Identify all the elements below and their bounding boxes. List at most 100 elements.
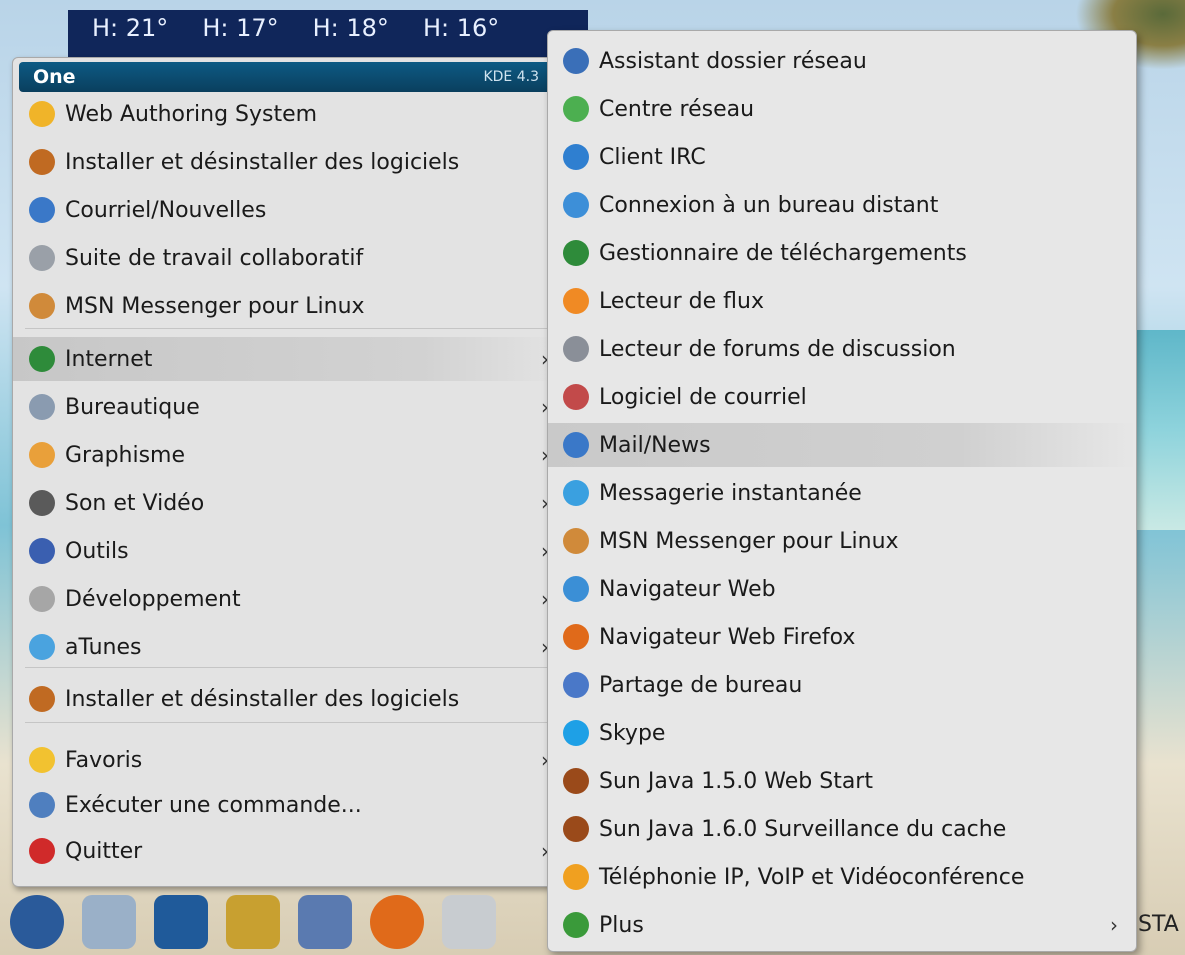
menu-item-label: MSN Messenger pour Linux (65, 293, 365, 319)
menu-item-developpement[interactable]: Développement › (13, 577, 559, 621)
menu-item-label: Bureautique (65, 394, 200, 420)
run-command-icon (29, 792, 55, 818)
menu-item-graphisme[interactable]: Graphisme › (13, 433, 559, 477)
submenu-item-label: Assistant dossier réseau (599, 48, 867, 74)
menu-item-outils[interactable]: Outils › (13, 529, 559, 573)
desktop-sharing-icon (563, 672, 589, 698)
submenu-item-client-irc[interactable]: Client IRC (548, 135, 1136, 179)
network-folder-icon (563, 48, 589, 74)
submenu-item-label: Navigateur Web Firefox (599, 624, 856, 650)
install-software-icon (29, 686, 55, 712)
submenu-item-centre-reseau[interactable]: Centre réseau (548, 87, 1136, 131)
firefox-icon (563, 624, 589, 650)
menu-item-son-et-video[interactable]: Son et Vidéo › (13, 481, 559, 525)
install-software-icon (29, 149, 55, 175)
kde-start-icon[interactable] (10, 894, 64, 949)
menu-item-installer-et-desinstaller-des-logiciels[interactable]: Installer et désinstaller des logiciels (13, 677, 559, 721)
menu-item-label: Son et Vidéo (65, 490, 205, 516)
skype-icon (563, 720, 589, 746)
mail-news-icon (563, 432, 589, 458)
usb-device-icon[interactable] (82, 894, 136, 949)
menu-item-installer-et-desinstaller-des-logiciels[interactable]: Installer et désinstaller des logiciels (13, 140, 559, 184)
submenu-item-connexion-a-un-bureau-distant[interactable]: Connexion à un bureau distant (548, 183, 1136, 227)
submenu-item-partage-de-bureau[interactable]: Partage de bureau (548, 663, 1136, 707)
menu-item-label: aTunes (65, 634, 142, 660)
feed-reader-icon (563, 288, 589, 314)
submenu-item-navigateur-web[interactable]: Navigateur Web (548, 567, 1136, 611)
submenu-item-label: Connexion à un bureau distant (599, 192, 939, 218)
menu-item-executer-une-commande[interactable]: Exécuter une commande... (13, 783, 559, 827)
submenu-item-label: Téléphonie IP, VoIP et Vidéoconférence (599, 864, 1025, 890)
internet-globe-icon (29, 346, 55, 372)
menu-item-msn-messenger-pour-linux[interactable]: MSN Messenger pour Linux (13, 284, 559, 328)
menu-item-label: Installer et désinstaller des logiciels (65, 149, 460, 175)
mail-client-icon (563, 384, 589, 410)
power-icon (29, 838, 55, 864)
web-authoring-icon (29, 101, 55, 127)
menu-item-label: Développement (65, 586, 241, 612)
menu-item-internet[interactable]: Internet › (13, 337, 559, 381)
submenu-item-mail-news[interactable]: Mail/News (548, 423, 1136, 467)
mail-icon[interactable] (442, 894, 496, 949)
remote-desktop-icon (563, 192, 589, 218)
menu-item-suite-de-travail-collaboratif[interactable]: Suite de travail collaboratif (13, 236, 559, 280)
submenu-item-label: Messagerie instantanée (599, 480, 862, 506)
submenu-item-skype[interactable]: Skype (548, 711, 1136, 755)
submenu-item-label: Client IRC (599, 144, 706, 170)
folder-icon (29, 634, 55, 660)
menu-item-courriel-nouvelles[interactable]: Courriel/Nouvelles (13, 188, 559, 232)
menu-item-label: Favoris (65, 747, 143, 773)
internet-submenu: Assistant dossier réseau Centre réseau Cli… (547, 30, 1137, 952)
desktop-pager-icon[interactable] (154, 894, 208, 949)
java-icon (563, 768, 589, 794)
submenu-item-lecteur-de-forums-de-discussion[interactable]: Lecteur de forums de discussion (548, 327, 1136, 371)
submenu-item-label: Lecteur de forums de discussion (599, 336, 956, 362)
menu-item-label: Courriel/Nouvelles (65, 197, 267, 223)
submenu-item-label: Sun Java 1.6.0 Surveillance du cache (599, 816, 1007, 842)
weather-temp-1: H: 21° (92, 14, 169, 42)
submenu-item-navigateur-web-firefox[interactable]: Navigateur Web Firefox (548, 615, 1136, 659)
firefox-icon[interactable] (370, 894, 424, 949)
submenu-item-plus[interactable]: Plus › (548, 903, 1136, 947)
submenu-item-lecteur-de-flux[interactable]: Lecteur de flux (548, 279, 1136, 323)
menu-title: One (33, 66, 76, 88)
weather-widget: H: 21° H: 17° H: 18° H: 16° (68, 10, 588, 60)
weather-temp-4: H: 16° (422, 14, 500, 42)
menu-item-quitter[interactable]: Quitter › (13, 829, 559, 873)
more-icon (563, 912, 589, 938)
menu-item-atunes[interactable]: aTunes › (13, 625, 559, 669)
network-center-icon (563, 96, 589, 122)
menu-item-label: Installer et désinstaller des logiciels (65, 686, 460, 712)
menu-item-favoris[interactable]: Favoris › (13, 738, 559, 782)
submenu-item-telephonie-ip-voip-et-videoconference[interactable]: Téléphonie IP, VoIP et Vidéoconférence (548, 855, 1136, 899)
submenu-item-label: Lecteur de flux (599, 288, 764, 314)
submenu-item-msn-messenger-pour-linux[interactable]: MSN Messenger pour Linux (548, 519, 1136, 563)
taskbar (0, 888, 560, 955)
application-menu: One KDE 4.3 Web Authoring System Installe… (12, 57, 560, 887)
instant-messaging-icon (563, 480, 589, 506)
submenu-item-assistant-dossier-reseau[interactable]: Assistant dossier réseau (548, 39, 1136, 83)
msn-messenger-icon (29, 293, 55, 319)
submenu-item-gestionnaire-de-telechargements[interactable]: Gestionnaire de téléchargements (548, 231, 1136, 275)
menu-item-web-authoring-system[interactable]: Web Authoring System (13, 92, 559, 136)
submenu-item-sun-java-1-5-0-web-start[interactable]: Sun Java 1.5.0 Web Start (548, 759, 1136, 803)
menu-item-label: Suite de travail collaboratif (65, 245, 364, 271)
menu-separator (25, 667, 547, 668)
menu-item-label: Web Authoring System (65, 101, 318, 127)
download-manager-icon (563, 240, 589, 266)
remote-help-icon[interactable] (298, 894, 352, 949)
menu-separator (25, 722, 547, 723)
taskbar-tray-text: STA (1138, 912, 1179, 937)
system-tools-icon[interactable] (226, 894, 280, 949)
menu-item-bureautique[interactable]: Bureautique › (13, 385, 559, 429)
chevron-right-icon: › (1110, 913, 1118, 937)
mail-news-icon (29, 197, 55, 223)
weather-temp-3: H: 18° (312, 14, 389, 42)
submenu-item-logiciel-de-courriel[interactable]: Logiciel de courriel (548, 375, 1136, 419)
submenu-item-sun-java-1-6-0-surveillance-du-cache[interactable]: Sun Java 1.6.0 Surveillance du cache (548, 807, 1136, 851)
submenu-item-messagerie-instantanee[interactable]: Messagerie instantanée (548, 471, 1136, 515)
menu-item-label: Quitter (65, 838, 143, 864)
submenu-item-label: Centre réseau (599, 96, 755, 122)
submenu-item-label: Logiciel de courriel (599, 384, 807, 410)
submenu-item-label: Sun Java 1.5.0 Web Start (599, 768, 873, 794)
